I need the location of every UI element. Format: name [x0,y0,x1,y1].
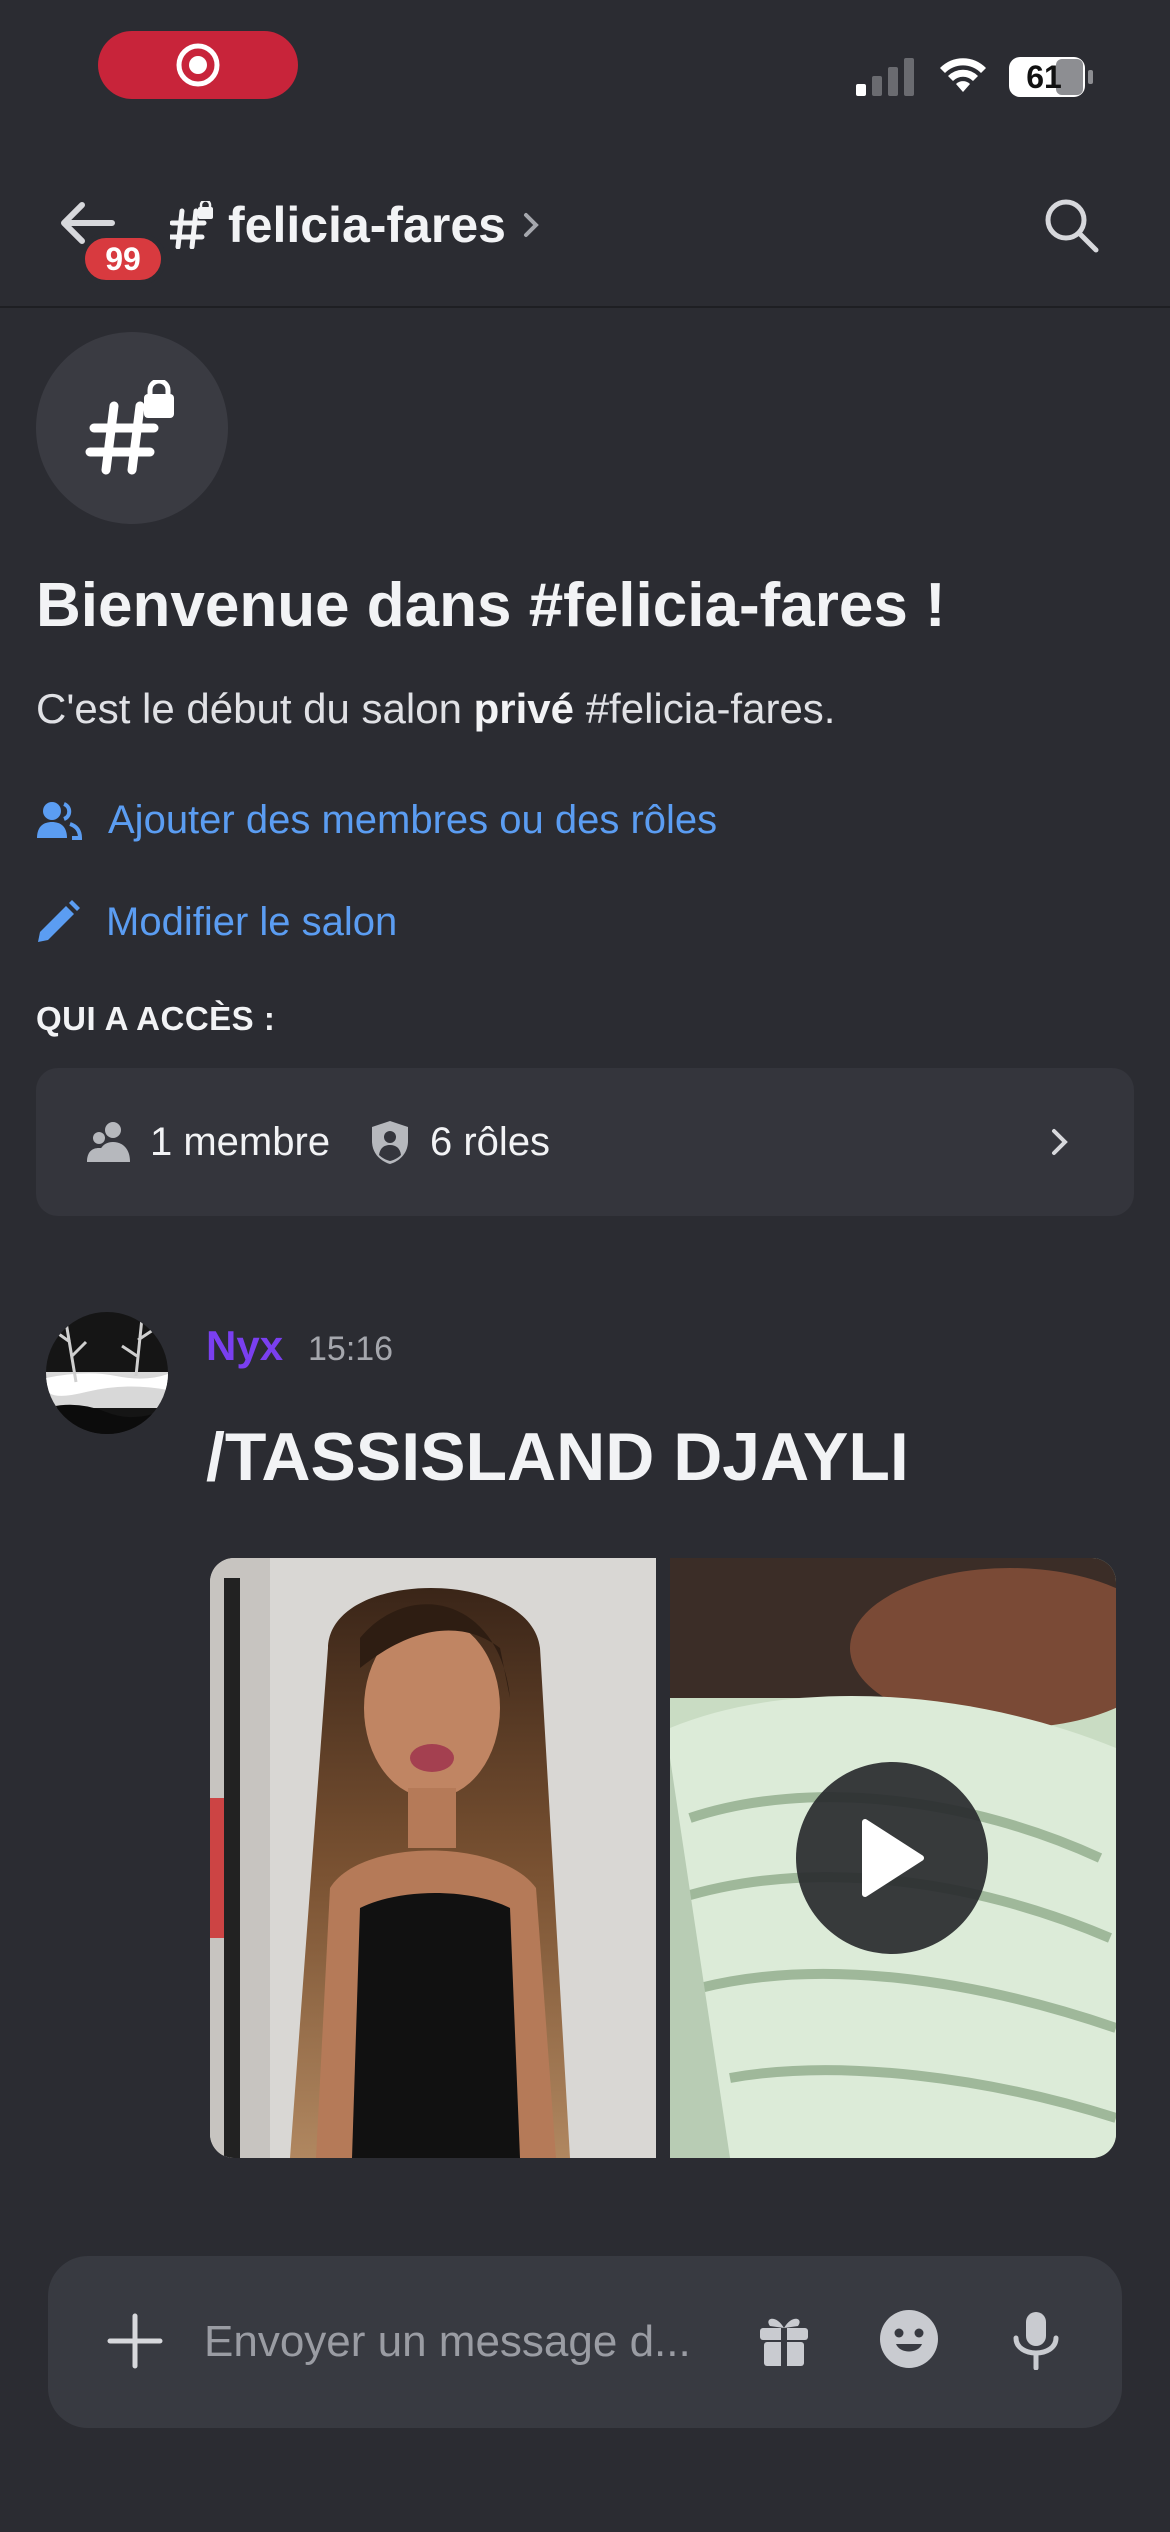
pencil-icon [38,900,80,942]
add-members-label: Ajouter des membres ou des rôles [108,797,718,842]
media-image[interactable] [210,1558,656,2158]
play-icon [862,1819,924,1897]
add-members-link[interactable]: Ajouter des membres ou des rôles [36,790,717,850]
play-button[interactable] [796,1762,988,1954]
search-icon[interactable] [1040,194,1102,256]
battery-icon: 61 [1008,56,1094,98]
mic-icon[interactable] [1008,2310,1064,2370]
roles-count: 6 rôles [368,1110,550,1174]
channel-title-button[interactable]: felicia-fares [170,190,544,260]
chevron-right-icon [1052,1129,1068,1155]
edit-channel-link[interactable]: Modifier le salon [36,892,397,952]
avatar[interactable] [46,1312,168,1434]
chevron-right-icon [523,213,539,237]
gift-icon[interactable] [756,2312,812,2368]
unread-badge: 99 [80,233,166,285]
shield-person-icon [372,1121,408,1164]
people-icon [87,1122,130,1162]
members-icon [37,802,82,840]
hashtag-lock-icon [85,380,174,475]
message-input[interactable] [204,2304,704,2380]
welcome-subtitle: C'est le début du salon privé #felicia-f… [36,685,836,732]
channel-name: felicia-fares [228,197,506,253]
emoji-icon[interactable] [878,2308,940,2370]
access-heading: QUI A ACCÈS : [36,1000,276,1037]
members-count: 1 membre [86,1110,330,1174]
edit-channel-label: Modifier le salon [106,899,398,944]
wifi-icon [940,58,986,92]
signal-icon [856,58,914,96]
battery-level: 61 [1026,58,1062,95]
message-timestamp: 15:16 [308,1330,394,1368]
header-divider [0,306,1170,308]
message-author[interactable]: Nyx [206,1322,283,1370]
message-text: /TASSISLAND DJAYLI [206,1419,909,1495]
welcome-title: Bienvenue dans #felicia-fares ! [36,571,946,640]
recording-indicator[interactable] [98,31,298,99]
record-icon [176,43,220,87]
channel-avatar [36,332,228,524]
plus-icon[interactable] [106,2312,164,2370]
hashtag-lock-icon [170,201,213,249]
